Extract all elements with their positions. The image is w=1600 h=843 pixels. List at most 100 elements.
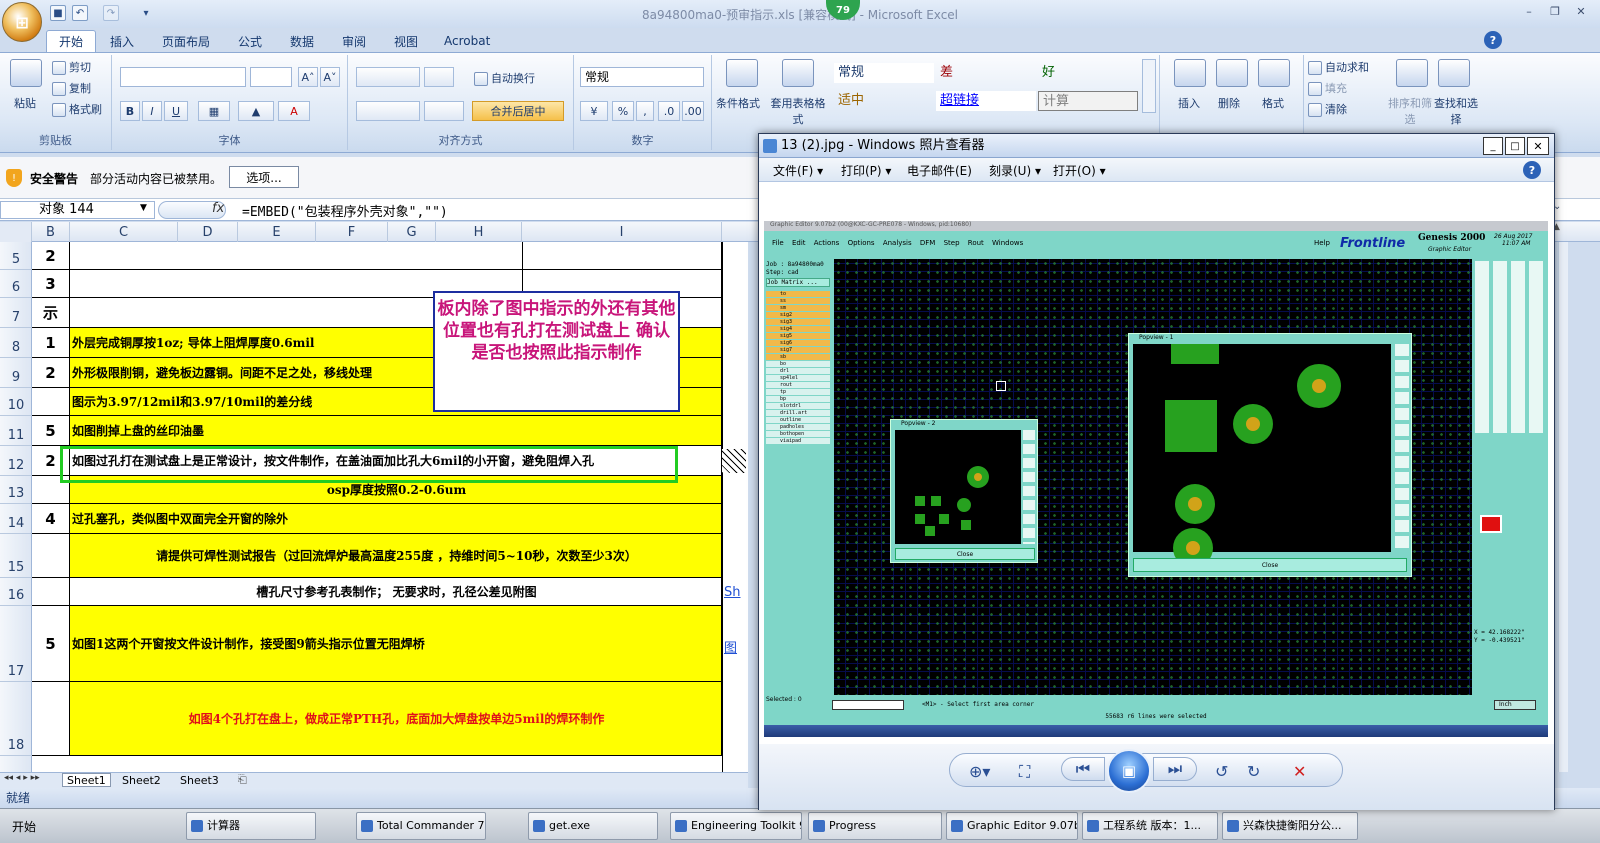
sheet-tab-3[interactable]: Sheet3 xyxy=(176,773,223,787)
sort-filter-button[interactable]: 排序和筛选 xyxy=(1388,95,1432,127)
row-number-cell[interactable] xyxy=(32,578,70,606)
link-fragment-tu[interactable]: 图 xyxy=(724,637,737,656)
row-header[interactable]: 15 xyxy=(0,534,32,578)
row-number-cell[interactable] xyxy=(32,388,70,416)
style-calc[interactable]: 计算 xyxy=(1038,91,1138,111)
find-select-button[interactable]: 查找和选择 xyxy=(1432,95,1480,127)
currency-button[interactable]: ¥ xyxy=(580,101,608,121)
indent-buttons[interactable] xyxy=(424,101,464,121)
rotate-right-icon[interactable]: ↻ xyxy=(1247,762,1260,781)
delete-icon[interactable]: ✕ xyxy=(1293,762,1306,781)
table-row[interactable]: 如图削掉上盘的丝印油墨 xyxy=(70,416,722,446)
actual-size-icon[interactable]: ⛶ xyxy=(1019,762,1030,782)
help-icon[interactable]: ? xyxy=(1484,31,1502,49)
border-button[interactable]: ▦ xyxy=(198,101,230,121)
row-number-cell[interactable] xyxy=(32,534,70,578)
vertical-align-buttons[interactable] xyxy=(356,67,420,87)
fill-color-button[interactable]: ▲ xyxy=(238,101,274,121)
copy-button[interactable]: 复制 xyxy=(52,80,91,96)
task-get-exe[interactable]: get.exe xyxy=(528,812,658,840)
previous-icon[interactable]: ⏮ xyxy=(1061,757,1105,781)
tab-formulas[interactable]: 公式 xyxy=(226,30,274,52)
column-header-g[interactable]: G xyxy=(388,222,436,242)
table-row[interactable]: 请提供可焊性测试报告（过回流焊炉最高温度255度 ，持维时间5~10秒，次数至少… xyxy=(70,534,722,578)
shrink-font-button[interactable]: A˅ xyxy=(320,67,340,87)
row-number-cell[interactable]: 3 xyxy=(32,270,70,298)
rotate-left-icon[interactable]: ↺ xyxy=(1215,762,1228,781)
pv-minimize-icon[interactable]: _ xyxy=(1483,137,1503,155)
fill-button[interactable]: 填充 xyxy=(1308,80,1347,96)
row-number-cell[interactable] xyxy=(32,682,70,756)
table-row[interactable]: 如图4个孔打在盘上，做成正常PTH孔，底面加大焊盘按单边5mil的焊环制作 xyxy=(70,682,722,756)
start-button[interactable]: 开始 xyxy=(0,812,48,840)
pv-close-icon[interactable]: ✕ xyxy=(1527,137,1549,155)
font-name-combo[interactable] xyxy=(120,67,246,87)
styles-scroll[interactable] xyxy=(1142,59,1156,113)
table-row[interactable]: 槽孔尺寸参考孔表制作； 无要求时，孔径公差见附图 xyxy=(70,578,722,606)
row-header[interactable]: 13 xyxy=(0,476,32,504)
minimize-icon[interactable]: – xyxy=(1520,3,1538,19)
link-fragment-sh[interactable]: Sh xyxy=(724,585,741,600)
table-row[interactable]: 过孔塞孔，类似图中双面完全开窗的除外 xyxy=(70,504,722,534)
zoom-icon[interactable]: ⊕▾ xyxy=(969,762,990,781)
tab-review[interactable]: 审阅 xyxy=(330,30,378,52)
scroll-up-icon[interactable]: ▲ xyxy=(1553,222,1567,242)
tab-acrobat[interactable]: Acrobat xyxy=(432,30,502,52)
insert-cells-button[interactable]: 插入 xyxy=(1178,95,1200,111)
paste-button[interactable]: 粘贴 xyxy=(14,95,36,111)
row-header[interactable]: 7 xyxy=(0,298,32,328)
task-calculator[interactable]: 计算器 xyxy=(186,812,316,840)
increase-decimal-button[interactable]: .0 xyxy=(658,101,680,121)
row-number-cell[interactable]: 示 xyxy=(32,298,70,328)
row-number-cell[interactable]: 2 xyxy=(32,242,70,270)
row-header[interactable]: 12 xyxy=(0,446,32,476)
pv-menu-print[interactable]: 打印(P) ▾ xyxy=(841,162,891,179)
italic-button[interactable]: I xyxy=(142,101,162,121)
pv-menu-email[interactable]: 电子邮件(E) xyxy=(907,162,972,179)
delete-cells-button[interactable]: 删除 xyxy=(1218,95,1240,111)
orientation-button[interactable] xyxy=(424,67,454,87)
task-graphic-editor[interactable]: Graphic Editor 9.07b... xyxy=(946,812,1078,840)
comma-button[interactable]: , xyxy=(636,101,654,121)
column-header-d[interactable]: D xyxy=(178,222,238,242)
percent-button[interactable]: % xyxy=(612,101,634,121)
row-number-cell[interactable]: 2 xyxy=(32,358,70,388)
horizontal-align-buttons[interactable] xyxy=(356,101,420,121)
format-painter-button[interactable]: 格式刷 xyxy=(52,101,102,117)
pv-menu-file[interactable]: 文件(F) ▾ xyxy=(773,162,823,179)
row-header[interactable]: 11 xyxy=(0,416,32,446)
merge-center-button[interactable]: 合并后居中 xyxy=(472,101,564,121)
format-cells-button[interactable]: 格式 xyxy=(1262,95,1284,111)
tab-insert[interactable]: 插入 xyxy=(98,30,146,52)
column-header-c[interactable]: C xyxy=(70,222,178,242)
row-header[interactable]: 9 xyxy=(0,358,32,388)
font-size-combo[interactable] xyxy=(250,67,292,87)
table-row[interactable] xyxy=(70,242,722,270)
decrease-decimal-button[interactable]: .00 xyxy=(682,101,704,121)
row-number-cell[interactable]: 5 xyxy=(32,416,70,446)
row-header[interactable]: 17 xyxy=(0,606,32,682)
row-header[interactable]: 5 xyxy=(0,242,32,270)
tab-page-layout[interactable]: 页面布局 xyxy=(150,30,222,52)
row-header[interactable]: 8 xyxy=(0,328,32,358)
vertical-scrollbar[interactable] xyxy=(1558,242,1568,772)
table-format-button[interactable]: 套用表格格式 xyxy=(770,95,826,127)
row-header[interactable]: 6 xyxy=(0,270,32,298)
row-header[interactable]: 18 xyxy=(0,682,32,756)
column-header-h[interactable]: H xyxy=(436,222,522,242)
pv-maximize-icon[interactable]: □ xyxy=(1505,137,1525,155)
office-button[interactable]: ⊞ xyxy=(2,2,42,42)
style-bad[interactable]: 差 xyxy=(936,63,1036,83)
task-xingsen[interactable]: 兴森快捷衡阳分公... xyxy=(1222,812,1358,840)
chevron-down-icon[interactable]: ▼ xyxy=(140,203,147,213)
style-hyperlink[interactable]: 超链接 xyxy=(936,91,1036,111)
select-all-corner[interactable] xyxy=(0,222,32,242)
photo-viewer-window[interactable]: 13 (2).jpg - Windows 照片查看器 _ □ ✕ 文件(F) ▾… xyxy=(758,133,1555,810)
pv-help-icon[interactable]: ? xyxy=(1523,161,1541,179)
conditional-format-button[interactable]: 条件格式 xyxy=(716,95,760,111)
column-header-f[interactable]: F xyxy=(316,222,388,242)
tab-data[interactable]: 数据 xyxy=(278,30,326,52)
name-box[interactable]: 对象 144 xyxy=(0,201,155,219)
table-row[interactable]: 如图1这两个开窗按文件设计制作，接受图9箭头指示位置无阻焊桥 xyxy=(70,606,722,682)
column-header-b[interactable]: B xyxy=(32,222,70,242)
